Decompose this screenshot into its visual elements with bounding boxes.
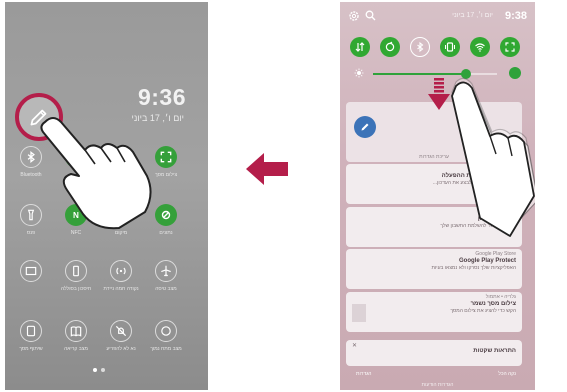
tile-data-transfer[interactable]: [350, 37, 370, 57]
left-phone-screen: 9:36 יום ו׳, 17 ביוני Bluetooth צילום מסך…: [5, 2, 208, 390]
tile-vibrate[interactable]: [440, 37, 460, 57]
battery-saver-icon: [73, 265, 79, 277]
quick-setting-label: מצב קריאה: [64, 346, 88, 352]
notification-header: Google Play Store: [475, 251, 516, 257]
tile-bluetooth[interactable]: [410, 37, 430, 57]
page-dot-active: [93, 368, 97, 372]
quick-setting-mirror[interactable]: [20, 320, 42, 342]
wifi-icon: [475, 43, 485, 52]
quick-setting-label: מצב טיסה: [155, 286, 177, 292]
book-icon: [70, 326, 82, 337]
transfer-arrows-icon: [355, 42, 365, 52]
status-bar: יום ו׳, 17 ביוני 9:38: [340, 2, 535, 26]
notification-body: הקש כדי להציג את צילום המסך: [450, 308, 516, 314]
edit-quick-settings-button[interactable]: [354, 116, 376, 138]
quick-setting-battery-saver[interactable]: [65, 260, 87, 282]
quick-setting-book[interactable]: [65, 320, 87, 342]
page-indicator: [93, 368, 105, 372]
bluetooth-icon: [417, 41, 424, 53]
notification-actions-bar: הגדרות נקה הכל: [346, 368, 522, 382]
notification-header: גלריה • אתמול: [485, 294, 516, 300]
quick-setting-airplane[interactable]: [155, 260, 177, 282]
vibrate-icon: [445, 42, 455, 52]
page-dot: [101, 368, 105, 372]
quick-setting-label: חיסכון בסוללה: [60, 286, 92, 292]
circle-icon: [161, 326, 171, 336]
brightness-icon: [354, 68, 364, 78]
quick-setting-label: נקודה חמה ניידת: [103, 286, 139, 292]
quick-setting-cast[interactable]: [20, 260, 42, 282]
touch-hand-left: [40, 117, 152, 230]
status-time: 9:38: [504, 10, 527, 22]
quick-setting-no-disturb[interactable]: [110, 320, 132, 342]
notification-title: צילום מסך נשמר: [470, 301, 516, 307]
settings-icon[interactable]: [348, 10, 360, 22]
cast-icon: [25, 266, 37, 276]
tile-wifi[interactable]: [470, 37, 490, 57]
pencil-icon: [361, 123, 369, 131]
sync-icon: [385, 41, 395, 52]
notification-item[interactable]: Google Play Store Google Play Protect הא…: [346, 249, 522, 289]
notification-settings-button[interactable]: הגדרות: [356, 371, 371, 377]
clear-all-button[interactable]: נקה הכל: [498, 371, 516, 377]
touch-hand-right: [451, 81, 535, 237]
notification-title: התראות שקטות: [473, 348, 516, 354]
close-icon[interactable]: ✕: [352, 342, 357, 349]
status-date: יום ו׳, 17 ביוני: [452, 12, 493, 19]
no-disturb-icon: [115, 325, 127, 337]
notification-body: האפליקציות שלך נסרקו ולא נמצאו בעיות: [431, 265, 516, 271]
screenshot-icon: [505, 42, 515, 52]
quick-setting-hotspot[interactable]: [110, 260, 132, 282]
notification-title: Google Play Protect: [458, 258, 516, 264]
quick-setting-label: נא לא להפריע: [106, 346, 136, 352]
left-arrow-icon: [246, 153, 288, 185]
quick-setting-circle[interactable]: [155, 320, 177, 342]
mirror-icon: [26, 325, 36, 337]
hotspot-icon: [116, 267, 126, 275]
notification-thumbnail: [352, 304, 366, 322]
airplane-icon: [161, 265, 171, 277]
swipe-down-arrow-icon: [428, 78, 450, 110]
right-phone-screen: יום ו׳, 17 ביוני 9:38 עריכת הגדרות עדכון…: [340, 2, 535, 390]
notification-footer: הגדרות הודעות: [421, 382, 454, 388]
notification-item[interactable]: גלריה • אתמול צילום מסך נשמר הקש כדי להצ…: [346, 292, 522, 332]
quick-setting-label: מצב מתח נמוך: [150, 346, 182, 352]
tile-sync[interactable]: [380, 37, 400, 57]
notification-item[interactable]: ✕ התראות שקטות: [346, 340, 522, 366]
search-icon[interactable]: [365, 10, 376, 21]
tile-screenshot[interactable]: [500, 37, 520, 57]
quick-setting-label: שיתוף מסך: [19, 346, 43, 352]
